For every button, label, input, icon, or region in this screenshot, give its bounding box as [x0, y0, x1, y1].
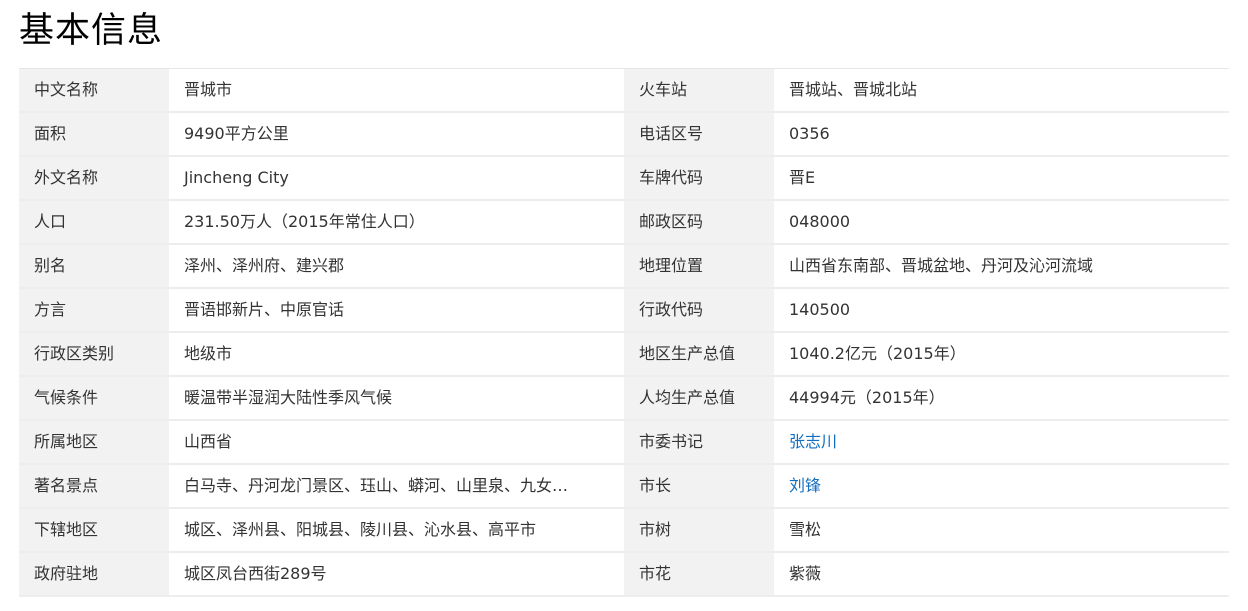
field-value: 140500: [774, 288, 1229, 333]
field-value: Jincheng City: [169, 156, 624, 201]
field-value: 晋E: [774, 156, 1229, 201]
field-label: 人口: [19, 200, 169, 245]
field-value: 晋城站、晋城北站: [774, 68, 1229, 113]
field-value: 山西省东南部、晋城盆地、丹河及沁河流域: [774, 244, 1229, 289]
table-row: 中文名称 晋城市 火车站 晋城站、晋城北站: [19, 68, 1229, 113]
field-label: 人均生产总值: [624, 376, 774, 421]
field-label: 行政代码: [624, 288, 774, 333]
field-label: 市委书记: [624, 420, 774, 465]
field-value: 晋语邯新片、中原官话: [169, 288, 624, 333]
table-row: 外文名称 Jincheng City 车牌代码 晋E: [19, 156, 1229, 201]
field-label: 地理位置: [624, 244, 774, 289]
field-value: 城区凤台西街289号: [169, 552, 624, 597]
field-label: 下辖地区: [19, 508, 169, 553]
field-label: 火车站: [624, 68, 774, 113]
field-value: 泽州、泽州府、建兴郡: [169, 244, 624, 289]
field-label: 市长: [624, 464, 774, 509]
table-row: 面积 9490平方公里 电话区号 0356: [19, 112, 1229, 157]
field-label: 行政区类别: [19, 332, 169, 377]
field-label: 市树: [624, 508, 774, 553]
field-label: 外文名称: [19, 156, 169, 201]
field-label: 地区生产总值: [624, 332, 774, 377]
party-secretary-link[interactable]: 张志川: [774, 420, 1229, 465]
field-label: 方言: [19, 288, 169, 333]
field-value: 雪松: [774, 508, 1229, 553]
field-value: 暖温带半湿润大陆性季风气候: [169, 376, 624, 421]
page-title: 基本信息: [19, 11, 164, 51]
table-row: 下辖地区 城区、泽州县、阳城县、陵川县、沁水县、高平市 市树 雪松: [19, 508, 1229, 553]
field-label: 面积: [19, 112, 169, 157]
field-value: 0356: [774, 112, 1229, 157]
table-row: 人口 231.50万人（2015年常住人口） 邮政区码 048000: [19, 200, 1229, 245]
table-row: 所属地区 山西省 市委书记 张志川: [19, 420, 1229, 465]
field-value: 晋城市: [169, 68, 624, 113]
field-value: 城区、泽州县、阳城县、陵川县、沁水县、高平市: [169, 508, 624, 553]
field-label: 车牌代码: [624, 156, 774, 201]
field-value: 048000: [774, 200, 1229, 245]
table-row: 著名景点 白马寺、丹河龙门景区、珏山、蟒河、山里泉、九女… 市长 刘锋: [19, 464, 1229, 509]
field-label: 别名: [19, 244, 169, 289]
field-value: 紫薇: [774, 552, 1229, 597]
table-row: 政府驻地 城区凤台西街289号 市花 紫薇: [19, 552, 1229, 597]
field-label: 中文名称: [19, 68, 169, 113]
basic-info-table: 中文名称 晋城市 火车站 晋城站、晋城北站 面积 9490平方公里 电话区号 0…: [19, 68, 1229, 597]
field-value: 白马寺、丹河龙门景区、珏山、蟒河、山里泉、九女…: [169, 464, 624, 509]
field-value: 地级市: [169, 332, 624, 377]
table-row: 别名 泽州、泽州府、建兴郡 地理位置 山西省东南部、晋城盆地、丹河及沁河流域: [19, 244, 1229, 289]
field-label: 著名景点: [19, 464, 169, 509]
field-label: 电话区号: [624, 112, 774, 157]
field-value: 9490平方公里: [169, 112, 624, 157]
table-row: 行政区类别 地级市 地区生产总值 1040.2亿元（2015年）: [19, 332, 1229, 377]
field-value: 1040.2亿元（2015年）: [774, 332, 1229, 377]
field-label: 政府驻地: [19, 552, 169, 597]
field-label: 邮政区码: [624, 200, 774, 245]
field-value: 231.50万人（2015年常住人口）: [169, 200, 624, 245]
field-value: 44994元（2015年）: [774, 376, 1229, 421]
field-label: 所属地区: [19, 420, 169, 465]
field-label: 气候条件: [19, 376, 169, 421]
mayor-link[interactable]: 刘锋: [774, 464, 1229, 509]
table-row: 方言 晋语邯新片、中原官话 行政代码 140500: [19, 288, 1229, 333]
field-value: 山西省: [169, 420, 624, 465]
field-label: 市花: [624, 552, 774, 597]
table-row: 气候条件 暖温带半湿润大陆性季风气候 人均生产总值 44994元（2015年）: [19, 376, 1229, 421]
